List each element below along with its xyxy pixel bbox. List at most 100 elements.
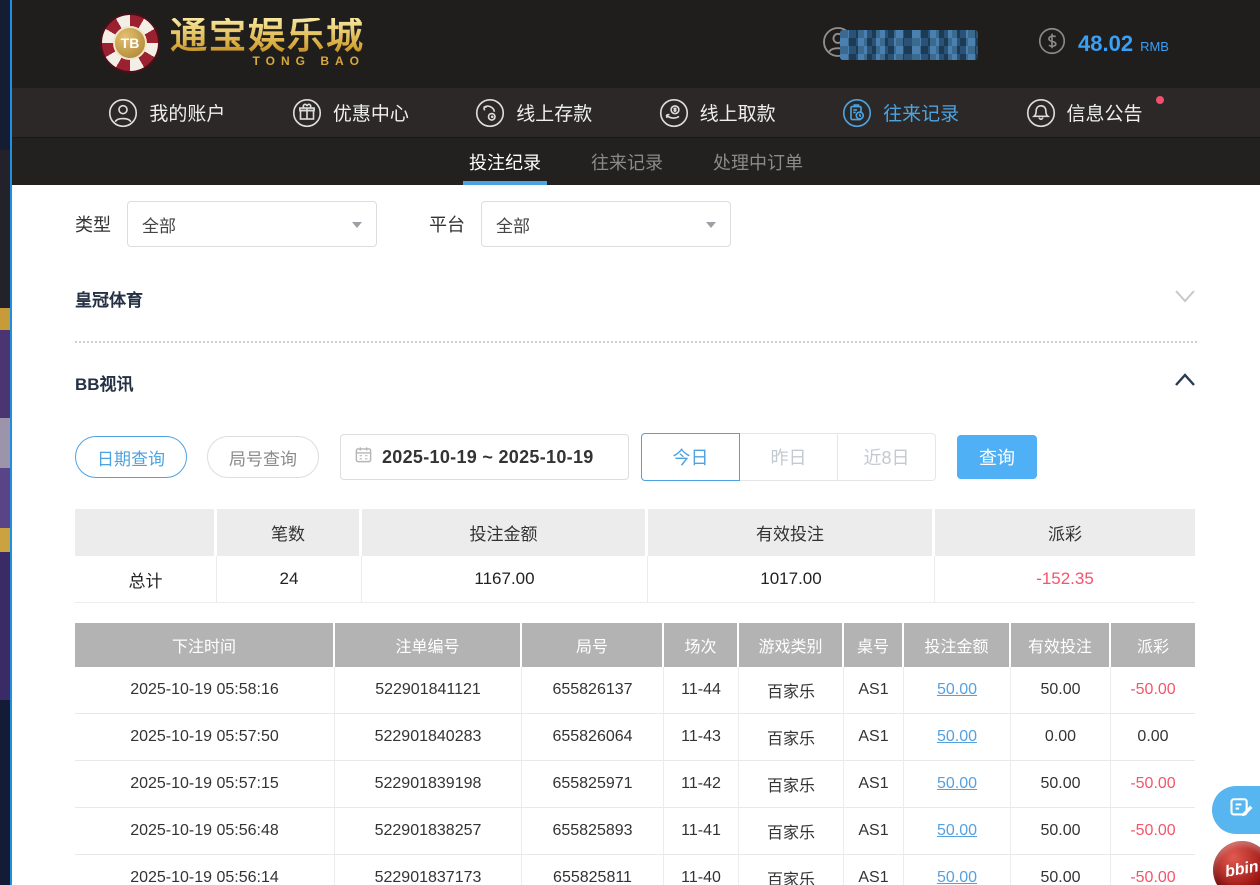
cell-bet-time: 2025-10-19 05:56:48 (75, 808, 335, 855)
summary-total-row: 总计 24 1167.00 1017.00 -152.35 (75, 556, 1195, 603)
withdraw-icon (659, 98, 689, 128)
nav-item-announcements[interactable]: 信息公告 (1026, 98, 1164, 128)
tab-bet-records[interactable]: 投注纪录 (469, 138, 541, 185)
type-select-value: 全部 (142, 212, 176, 237)
query-toolbar: 日期查询 局号查询 2025-10-19 ~ 2025-10-19 今日 昨日 (75, 433, 1197, 481)
bet-amount-link[interactable]: 50.00 (937, 869, 977, 885)
col-payout: 派彩 (1111, 623, 1195, 667)
cell-round-no: 655825971 (522, 761, 664, 808)
feedback-button[interactable] (1212, 786, 1260, 834)
note-pencil-icon (1228, 794, 1256, 827)
poker-chip-icon: TB (100, 13, 160, 73)
money-icon (1038, 27, 1066, 60)
user-icon (108, 98, 138, 128)
cell-payout: -50.00 (1111, 808, 1195, 855)
table-row: 2025-10-19 05:57:50 522901840283 6558260… (75, 714, 1195, 761)
tab-pending-orders[interactable]: 处理中订单 (713, 138, 803, 185)
platform-select-value: 全部 (496, 212, 530, 237)
chevron-down-icon (706, 222, 716, 228)
cell-round-no: 655826137 (522, 667, 664, 714)
col-table-no: 桌号 (844, 623, 904, 667)
notification-dot (1156, 96, 1164, 104)
nav-item-promotions[interactable]: 优惠中心 (292, 98, 409, 128)
date-range-input[interactable]: 2025-10-19 ~ 2025-10-19 (340, 434, 629, 480)
chip-monogram: TB (113, 26, 147, 60)
col-valid-bet: 有效投注 (1011, 623, 1111, 667)
section-title: 皇冠体育 (75, 286, 143, 311)
platform-select[interactable]: 全部 (481, 201, 731, 247)
page: TB 通宝娱乐城 TONG BAO (0, 0, 1260, 885)
nav-item-deposit[interactable]: 线上存款 (475, 98, 592, 128)
cell-valid-bet: 50.00 (1011, 761, 1111, 808)
table-row: 2025-10-19 05:57:15 522901839198 6558259… (75, 761, 1195, 808)
date-range-value: 2025-10-19 ~ 2025-10-19 (382, 447, 594, 468)
col-order-no: 注单编号 (335, 623, 522, 667)
col-game-type: 游戏类别 (739, 623, 844, 667)
summary-header-bet: 投注金额 (362, 509, 648, 556)
site-logo[interactable]: TB 通宝娱乐城 TONG BAO (100, 13, 365, 73)
bbin-logo: bbin (1224, 858, 1260, 882)
summary-total-payout: -152.35 (935, 556, 1195, 603)
search-button[interactable]: 查询 (957, 435, 1037, 479)
filter-row: 类型 全部 平台 全部 (75, 201, 1197, 247)
date-query-button[interactable]: 日期查询 (75, 436, 187, 478)
cell-table-no: AS1 (844, 667, 904, 714)
table-row: 2025-10-19 05:56:48 522901838257 6558258… (75, 808, 1195, 855)
type-select[interactable]: 全部 (127, 201, 377, 247)
nav-label: 优惠中心 (333, 99, 409, 126)
summary-table: 笔数 投注金额 有效投注 派彩 总计 24 1167.00 1017.00 -1… (75, 509, 1195, 603)
summary-header-payout: 派彩 (935, 509, 1195, 556)
type-filter-label: 类型 (75, 211, 111, 237)
logo-text: 通宝娱乐城 TONG BAO (170, 18, 365, 68)
deposit-icon (475, 98, 505, 128)
platform-filter-group: 平台 全部 (429, 201, 731, 247)
bet-amount-link[interactable]: 50.00 (937, 728, 977, 746)
cell-session: 11-42 (664, 761, 739, 808)
table-header-row: 下注时间 注单编号 局号 场次 游戏类别 桌号 投注金额 有效投注 派彩 (75, 623, 1195, 667)
round-query-button[interactable]: 局号查询 (207, 436, 319, 478)
cell-round-no: 655825811 (522, 855, 664, 885)
cell-table-no: AS1 (844, 761, 904, 808)
cell-round-no: 655825893 (522, 808, 664, 855)
topbar: TB 通宝娱乐城 TONG BAO (12, 0, 1260, 88)
cell-payout: -50.00 (1111, 855, 1195, 885)
logo-title-en: TONG BAO (253, 54, 365, 68)
summary-total-bet: 1167.00 (362, 556, 648, 603)
cell-round-no: 655826064 (522, 714, 664, 761)
today-button[interactable]: 今日 (641, 433, 740, 481)
summary-total-label: 总计 (75, 556, 217, 603)
cell-game-type: 百家乐 (739, 855, 844, 885)
cell-valid-bet: 50.00 (1011, 855, 1111, 885)
chevron-down-icon (352, 222, 362, 228)
yesterday-button[interactable]: 昨日 (739, 433, 838, 481)
nav-item-my-account[interactable]: 我的账户 (108, 98, 225, 128)
cell-game-type: 百家乐 (739, 714, 844, 761)
bet-amount-link[interactable]: 50.00 (937, 681, 977, 699)
nav-item-transaction-records[interactable]: 往来记录 (842, 98, 959, 128)
bet-amount-link[interactable]: 50.00 (937, 775, 977, 793)
platform-filter-label: 平台 (429, 211, 465, 237)
nav-label: 信息公告 (1067, 99, 1143, 126)
cell-game-type: 百家乐 (739, 761, 844, 808)
page-body: TB 通宝娱乐城 TONG BAO (12, 0, 1260, 885)
cell-bet-time: 2025-10-19 05:58:16 (75, 667, 335, 714)
section-crown-sports[interactable]: 皇冠体育 (75, 283, 1197, 313)
nav-label: 线上取款 (700, 99, 776, 126)
bell-icon (1026, 98, 1056, 128)
summary-header-row: 笔数 投注金额 有效投注 派彩 (75, 509, 1195, 556)
section-divider (75, 341, 1197, 343)
section-bb-video[interactable]: BB视讯 (75, 367, 1197, 397)
main-nav: 我的账户 优惠中心 (12, 88, 1260, 138)
username-redacted (840, 30, 978, 60)
chevron-down-icon[interactable] (1173, 288, 1197, 309)
cell-bet-time: 2025-10-19 05:57:50 (75, 714, 335, 761)
tab-transaction-records[interactable]: 往来记录 (591, 138, 663, 185)
nav-item-withdraw[interactable]: 线上取款 (659, 98, 776, 128)
user-account[interactable] (822, 26, 978, 63)
chevron-up-icon[interactable] (1173, 372, 1197, 393)
bet-amount-link[interactable]: 50.00 (937, 822, 977, 840)
last8days-button[interactable]: 近8日 (837, 433, 936, 481)
cell-bet-time: 2025-10-19 05:56:14 (75, 855, 335, 885)
col-bet-amount: 投注金额 (904, 623, 1011, 667)
balance[interactable]: 48.02 RMB (1038, 27, 1169, 60)
